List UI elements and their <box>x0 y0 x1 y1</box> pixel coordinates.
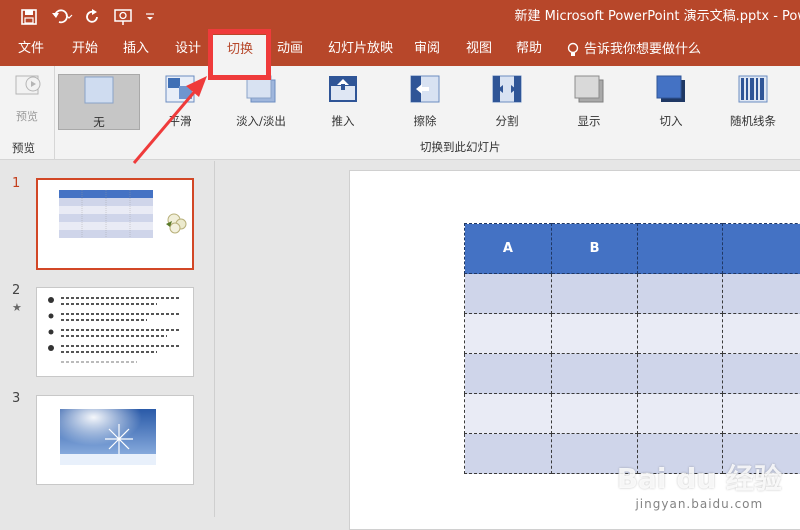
redo-icon[interactable] <box>82 0 104 33</box>
table-cell[interactable] <box>465 314 552 354</box>
window-title: 新建 Microsoft PowerPoint 演示文稿.pptx - Pow <box>515 0 800 33</box>
cut-icon <box>656 74 686 104</box>
tell-me-text: 告诉我你想要做什么 <box>584 34 701 66</box>
table-header-cell[interactable] <box>723 224 800 274</box>
tab-home[interactable]: 开始 <box>72 33 98 66</box>
slide-table[interactable]: A B <box>464 223 800 474</box>
transition-label: 随机线条 <box>713 113 793 129</box>
table-cell[interactable] <box>465 274 552 314</box>
table-header-cell[interactable] <box>638 224 723 274</box>
tab-file[interactable]: 文件 <box>18 33 44 66</box>
random-bars-icon <box>738 74 768 104</box>
table-row <box>465 274 800 314</box>
table-row <box>465 394 800 434</box>
slide-thumbnails-pane[interactable]: 1 2 ★ 3 <box>0 161 215 517</box>
table-header-cell[interactable]: B <box>551 224 638 274</box>
preview-group-label: 预览 <box>12 140 35 156</box>
none-transition-icon <box>84 75 114 105</box>
table-row <box>465 314 800 354</box>
lightbulb-icon <box>566 42 580 58</box>
animation-star-icon: ★ <box>12 301 22 314</box>
transition-label: 切入 <box>631 113 711 129</box>
start-from-beginning-icon[interactable] <box>110 0 138 33</box>
table-cell[interactable] <box>723 394 800 434</box>
tab-insert[interactable]: 插入 <box>123 33 149 66</box>
wipe-icon <box>410 74 440 104</box>
slide-thumbnail-3[interactable] <box>36 395 194 485</box>
slide-number: 1 <box>12 176 20 191</box>
transition-label: 平滑 <box>140 113 220 129</box>
tab-review[interactable]: 审阅 <box>414 33 440 66</box>
transition-cut[interactable]: 切入 <box>631 74 711 132</box>
transition-push[interactable]: 推入 <box>303 74 383 132</box>
tab-help[interactable]: 帮助 <box>516 33 542 66</box>
table-cell[interactable] <box>638 314 723 354</box>
save-icon[interactable] <box>16 0 42 33</box>
slide-3-preview <box>37 396 193 484</box>
transition-label: 擦除 <box>385 113 465 129</box>
preview-group: 预览 预览 <box>0 66 55 160</box>
table-cell[interactable] <box>638 394 723 434</box>
transition-label: 淡入/淡出 <box>221 113 301 129</box>
customize-qat-icon[interactable] <box>142 0 158 33</box>
table-cell[interactable] <box>638 354 723 394</box>
watermark-url: jingyan.baidu.com <box>617 497 782 511</box>
table-cell[interactable] <box>723 314 800 354</box>
transition-wipe[interactable]: 擦除 <box>385 74 465 132</box>
morph-icon <box>165 74 195 104</box>
slide-number: 2 <box>12 283 20 298</box>
table-cell[interactable] <box>551 394 638 434</box>
table-row <box>465 354 800 394</box>
baidu-jingyan-watermark: Bai du 经验 jingyan.baidu.com <box>617 457 782 511</box>
table-cell[interactable] <box>638 274 723 314</box>
table-header-cell[interactable]: A <box>465 224 552 274</box>
table-cell[interactable] <box>723 354 800 394</box>
watermark-logo: Bai du 经验 <box>617 457 782 497</box>
transitions-group-label: 切换到此幻灯片 <box>420 139 501 155</box>
slide-number: 3 <box>12 391 20 406</box>
table-cell[interactable] <box>551 314 638 354</box>
title-bar: 新建 Microsoft PowerPoint 演示文稿.pptx - Pow <box>0 0 800 33</box>
undo-icon[interactable] <box>48 0 78 33</box>
transition-label: 无 <box>59 114 139 130</box>
table-cell[interactable] <box>465 354 552 394</box>
ribbon-tabs: 文件 开始 插入 设计 切换 动画 幻灯片放映 审阅 视图 帮助 告诉我你想要做… <box>0 33 800 66</box>
tab-design[interactable]: 设计 <box>175 33 201 66</box>
transition-label: 显示 <box>549 113 629 129</box>
reveal-icon <box>574 74 604 104</box>
transition-random-bars[interactable]: 随机线条 <box>713 74 793 132</box>
table-cell[interactable] <box>723 274 800 314</box>
slide-thumbnail-2[interactable] <box>36 287 194 377</box>
transition-split[interactable]: 分割 <box>467 74 547 132</box>
annotation-highlight-box <box>208 29 271 80</box>
transition-label: 分割 <box>467 113 547 129</box>
transition-fade[interactable]: 淡入/淡出 <box>221 74 301 132</box>
push-icon <box>328 74 358 104</box>
tab-view[interactable]: 视图 <box>466 33 492 66</box>
table-cell[interactable] <box>465 394 552 434</box>
slide-1-preview <box>38 180 192 268</box>
table-cell[interactable] <box>551 274 638 314</box>
ribbon-panel: 预览 预览 无 平滑 淡入/淡出 推入 擦除 分割 显示 切入 随机线条 切换到… <box>0 66 800 160</box>
slide-2-preview <box>37 288 193 376</box>
preview-button[interactable]: 预览 <box>6 72 48 128</box>
preview-label: 预览 <box>6 108 48 124</box>
table-cell[interactable] <box>551 354 638 394</box>
transition-morph[interactable]: 平滑 <box>140 74 220 132</box>
transition-reveal[interactable]: 显示 <box>549 74 629 132</box>
tab-slide-show[interactable]: 幻灯片放映 <box>328 33 393 66</box>
tell-me-box[interactable]: 告诉我你想要做什么 <box>566 33 701 66</box>
preview-icon <box>11 72 43 102</box>
slide-thumbnail-1[interactable] <box>36 178 194 270</box>
transition-none[interactable]: 无 <box>58 74 140 130</box>
table-cell[interactable] <box>465 434 552 474</box>
table-header-row: A B <box>465 224 800 274</box>
transition-label: 推入 <box>303 113 383 129</box>
split-icon <box>492 74 522 104</box>
tab-animations[interactable]: 动画 <box>277 33 303 66</box>
